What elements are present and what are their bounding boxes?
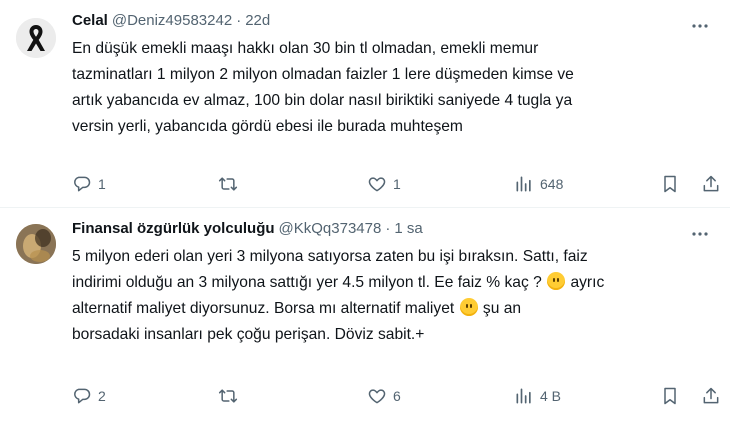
tweet-header: Finansal özgürlük yolculuğu @KkQq373478 … bbox=[72, 218, 718, 238]
retweet-icon bbox=[218, 389, 238, 403]
views-icon bbox=[516, 388, 531, 404]
more-icon[interactable] bbox=[688, 16, 712, 36]
share-button[interactable] bbox=[701, 174, 721, 194]
author-handle[interactable]: @KkQq373478 bbox=[279, 220, 382, 237]
tweet-text-line: En düşük emekli maaşı hakkı olan 30 bin … bbox=[72, 40, 539, 57]
retweet-button[interactable] bbox=[218, 174, 244, 194]
bookmark-button[interactable] bbox=[660, 174, 680, 194]
share-icon bbox=[703, 387, 719, 404]
author-name[interactable]: Celal bbox=[72, 12, 108, 29]
tweet-text-line: 5 milyon ederi olan yeri 3 milyona satıy… bbox=[72, 248, 588, 265]
avatar[interactable] bbox=[16, 18, 56, 58]
tweet-text-line: indirimi olduğu an 3 milyona sattığı yer… bbox=[72, 270, 718, 296]
separator-dot: · bbox=[236, 11, 242, 29]
timestamp[interactable]: 22d bbox=[245, 12, 270, 29]
bookmark-icon bbox=[664, 387, 676, 405]
share-button[interactable] bbox=[701, 386, 721, 406]
smiling-face-emoji bbox=[547, 272, 566, 290]
like-button[interactable]: 6 bbox=[367, 386, 401, 406]
tweet-text-line: artık yabancıda ev almaz, 100 bin dolar … bbox=[72, 92, 573, 109]
views-count: 648 bbox=[540, 176, 564, 192]
reply-icon bbox=[74, 388, 91, 404]
action-bar: 2 6 4 B bbox=[72, 384, 721, 408]
like-icon bbox=[368, 389, 386, 404]
retweet-button[interactable] bbox=[218, 386, 244, 406]
share-icon bbox=[703, 175, 719, 192]
bookmark-button[interactable] bbox=[660, 386, 680, 406]
reply-count: 1 bbox=[98, 176, 106, 192]
reply-button[interactable]: 1 bbox=[72, 174, 106, 194]
tweet-header: Celal @Deniz49583242 · 22d bbox=[72, 10, 718, 30]
reply-button[interactable]: 2 bbox=[72, 386, 106, 406]
reply-count: 2 bbox=[98, 388, 106, 404]
like-button[interactable]: 1 bbox=[367, 174, 401, 194]
tweet-text-segment: indirimi olduğu an 3 milyona sattığı yer… bbox=[72, 274, 542, 291]
more-icon[interactable] bbox=[688, 224, 712, 244]
reply-icon bbox=[74, 176, 91, 192]
smiling-face-emoji bbox=[459, 298, 478, 316]
black-ribbon-icon bbox=[16, 18, 56, 58]
views-button[interactable]: 4 B bbox=[514, 386, 561, 406]
tweet-text: 5 milyon ederi olan yeri 3 milyona satıy… bbox=[72, 244, 718, 348]
author-name[interactable]: Finansal özgürlük yolculuğu bbox=[72, 220, 275, 237]
tweet-text: En düşük emekli maaşı hakkı olan 30 bin … bbox=[72, 36, 718, 140]
tweet-text-line: versin yerli, yabancıda gördü ebesi ile … bbox=[72, 118, 463, 135]
action-bar: 1 1 648 bbox=[72, 172, 721, 196]
separator-dot: · bbox=[385, 219, 391, 237]
like-icon bbox=[368, 177, 386, 192]
tweet[interactable]: Finansal özgürlük yolculuğu @KkQq373478 … bbox=[0, 208, 730, 421]
tweet-text-line: alternatif maliyet diyorsunuz. Borsa mı … bbox=[72, 296, 718, 322]
bookmark-icon bbox=[664, 175, 676, 193]
author-handle[interactable]: @Deniz49583242 bbox=[112, 12, 232, 29]
like-count: 6 bbox=[393, 388, 401, 404]
views-count: 4 B bbox=[540, 388, 562, 404]
tweet-text-line: tazminatları 1 milyon 2 milyon olmadan f… bbox=[72, 66, 574, 83]
tweet-text-segment: alternatif maliyet diyorsunuz. Borsa mı … bbox=[72, 300, 455, 317]
tweet-text-segment: ayrıc bbox=[570, 274, 605, 291]
avatar[interactable] bbox=[16, 224, 56, 264]
timestamp[interactable]: 1 sa bbox=[394, 220, 422, 237]
tweet[interactable]: Celal @Deniz49583242 · 22d En düşük emek… bbox=[0, 0, 730, 208]
tweet-text-segment: şu an bbox=[482, 300, 522, 317]
views-button[interactable]: 648 bbox=[514, 174, 563, 194]
retweet-icon bbox=[218, 177, 238, 191]
profile-photo bbox=[16, 224, 56, 264]
like-count: 1 bbox=[393, 176, 401, 192]
tweet-text-line: borsadaki insanları pek çoğu perişan. Dö… bbox=[72, 326, 425, 343]
views-icon bbox=[516, 176, 531, 192]
